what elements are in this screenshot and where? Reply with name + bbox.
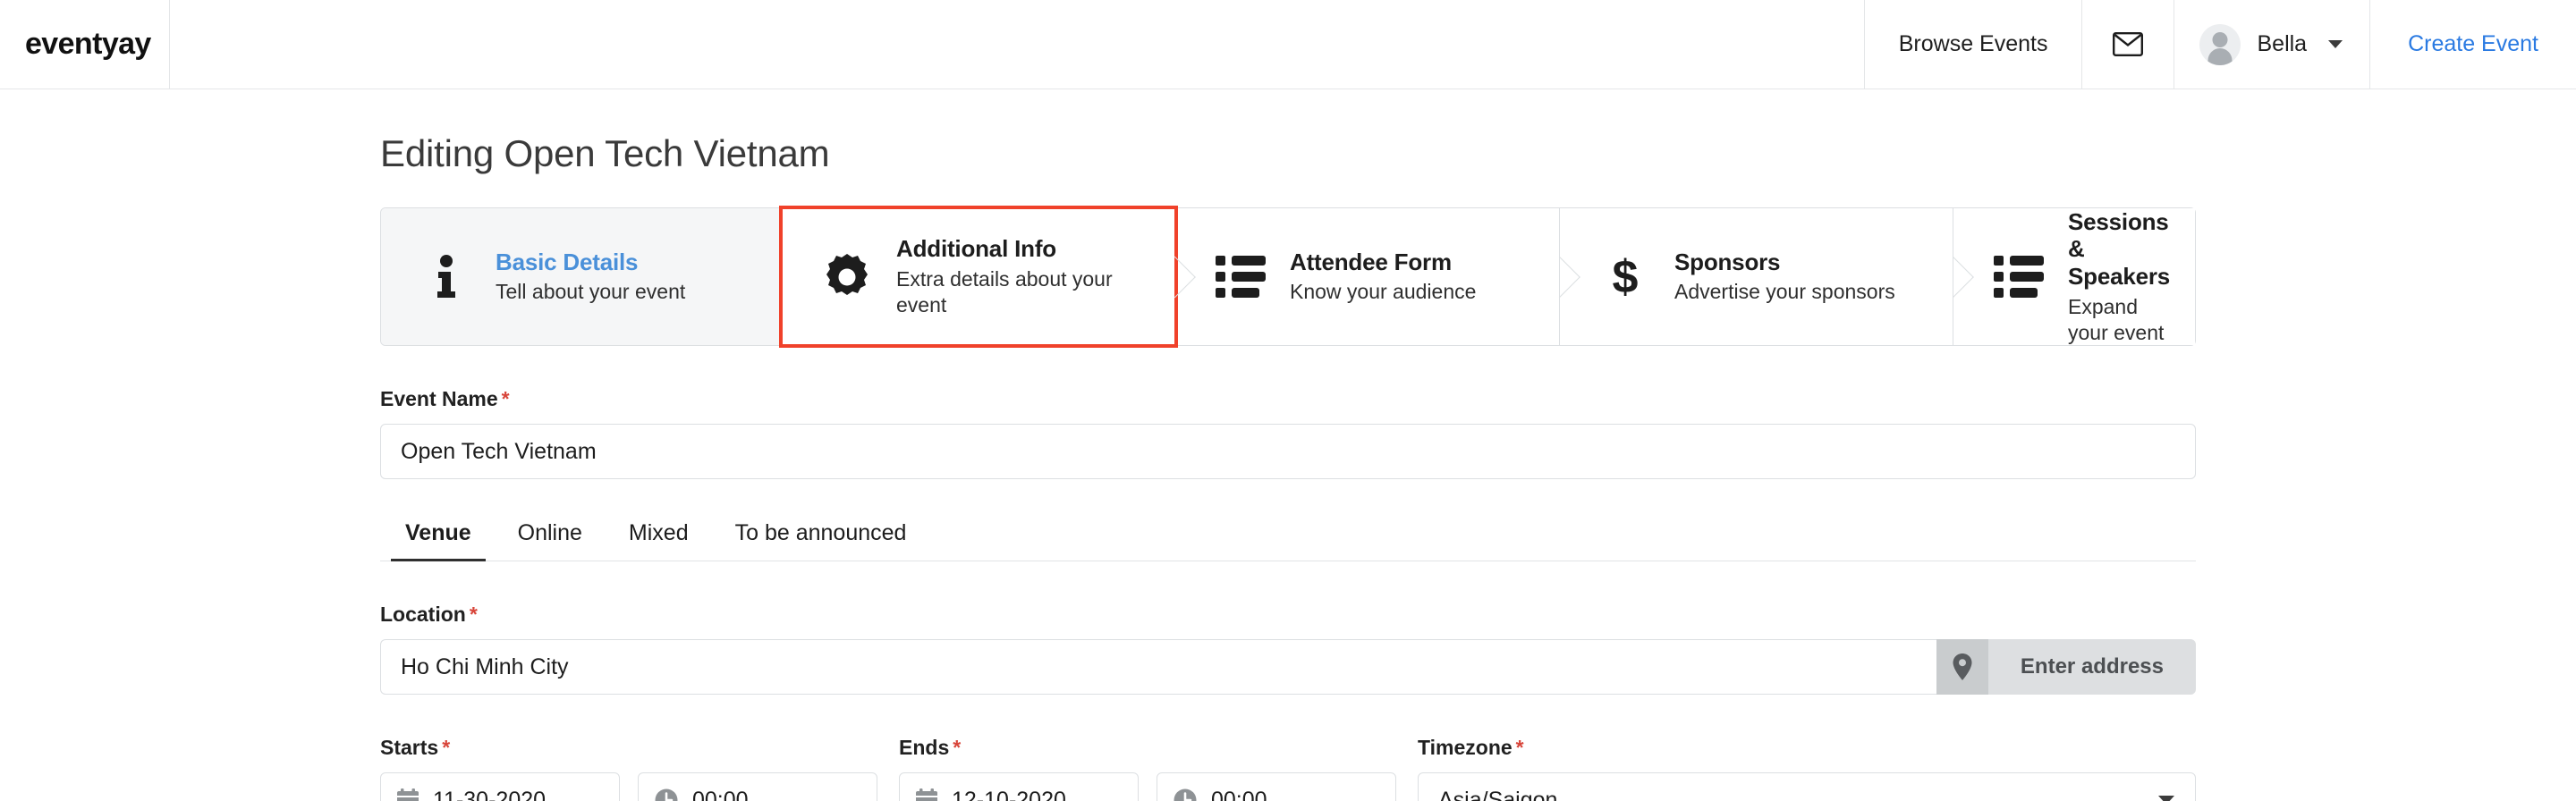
location-input[interactable] (380, 639, 1936, 695)
ends-label-text: Ends (899, 736, 950, 759)
step-additional-info-title: Additional Info (896, 235, 1056, 263)
starts-date-group: Starts * (380, 736, 620, 801)
starts-date-input[interactable] (433, 787, 603, 801)
event-name-label-text: Event Name (380, 387, 498, 410)
step-basic-details-title: Basic Details (496, 248, 639, 275)
step-basic-details-text: Basic Details Tell about your event (496, 249, 685, 305)
nav-user-name: Bella (2257, 31, 2308, 56)
starts-time-input[interactable] (692, 787, 860, 801)
starts-date-input-wrap[interactable] (380, 772, 620, 801)
location-input-row: Enter address (380, 639, 2196, 695)
ends-time-input-wrap[interactable] (1157, 772, 1396, 801)
location-label-text: Location (380, 603, 466, 626)
tab-to-be-announced[interactable]: To be announced (712, 511, 930, 561)
envelope-icon (2113, 32, 2144, 56)
timezone-select[interactable] (1418, 772, 2196, 801)
step-sponsors[interactable]: $ Sponsors Advertise your sponsors (1560, 208, 1974, 345)
step-sponsors-title: Sponsors (1674, 248, 1781, 275)
required-asterisk: * (1515, 736, 1524, 759)
ends-date-group: Ends * (899, 736, 1139, 801)
info-icon (420, 254, 472, 299)
page-title: Editing Open Tech Vietnam (380, 132, 830, 174)
calendar-icon (916, 788, 937, 801)
step-sessions-speakers-subtitle: Expand your event (2068, 294, 2165, 344)
brand-logo-text: eventyay (25, 27, 151, 61)
navbar-spacer (170, 0, 1864, 89)
chevron-down-icon (2328, 40, 2343, 48)
step-sessions-speakers-title: Sessions & Speakers (2068, 207, 2171, 291)
event-name-input[interactable] (380, 424, 2196, 479)
step-additional-info[interactable]: Additional Info Extra details about your… (779, 206, 1196, 348)
ends-time-input[interactable] (1211, 787, 1379, 801)
ends-label: Ends * (899, 736, 1139, 760)
step-attendee-form[interactable]: Attendee Form Know your audience (1175, 208, 1580, 345)
ends-time-group (1157, 736, 1396, 801)
location-type-tabs: Venue Online Mixed To be announced (380, 511, 2196, 561)
step-basic-details[interactable]: Basic Details Tell about your event (381, 208, 802, 345)
timezone-label: Timezone * (1418, 736, 2196, 760)
location-label: Location * (380, 603, 2196, 627)
page-body: Editing Open Tech Vietnam Basic Details … (0, 132, 2576, 801)
calendar-icon (397, 788, 419, 801)
content-container: Editing Open Tech Vietnam Basic Details … (380, 132, 2196, 801)
ends-date-input[interactable] (952, 787, 1122, 801)
step-additional-info-subtitle: Extra details about your event (896, 267, 1113, 316)
timezone-select-wrap (1418, 772, 2196, 801)
step-attendee-form-text: Attendee Form Know your audience (1290, 249, 1476, 305)
nav-user-menu[interactable]: Bella (2174, 0, 2369, 89)
gear-icon (821, 253, 873, 300)
required-asterisk: * (501, 387, 510, 410)
clock-icon (1174, 788, 1197, 801)
starts-time-input-wrap[interactable] (638, 772, 877, 801)
ends-date-input-wrap[interactable] (899, 772, 1139, 801)
step-attendee-form-subtitle: Know your audience (1290, 280, 1477, 304)
list-icon (1215, 256, 1267, 298)
enter-address-button[interactable]: Enter address (1987, 639, 2196, 695)
step-sessions-speakers-text: Sessions & Speakers Expand your event (2068, 208, 2170, 346)
clock-icon (655, 788, 678, 801)
starts-time-label-spacer (638, 736, 877, 760)
list-icon (1993, 256, 2045, 298)
location-group: Location* Enter address (380, 603, 2196, 695)
starts-time-group (638, 736, 877, 801)
step-sessions-speakers[interactable]: Sessions & Speakers Expand your event (1953, 208, 2195, 345)
starts-label: Starts * (380, 736, 620, 760)
nav-create-event-label: Create Event (2408, 31, 2538, 56)
tab-venue[interactable]: Venue (382, 511, 495, 561)
required-asterisk: * (953, 736, 962, 759)
event-name-group: Event Name * (380, 387, 2196, 479)
step-sponsors-subtitle: Advertise your sponsors (1674, 280, 1895, 304)
dollar-icon: $ (1599, 253, 1651, 301)
step-attendee-form-title: Attendee Form (1290, 248, 1452, 275)
navbar-right-group: Browse Events Bella Create Event (1863, 0, 2576, 89)
map-pin-icon[interactable] (1936, 639, 1988, 695)
nav-create-event[interactable]: Create Event (2369, 0, 2576, 89)
required-asterisk: * (469, 603, 478, 626)
tab-online[interactable]: Online (495, 511, 606, 561)
step-basic-details-subtitle: Tell about your event (496, 280, 686, 304)
required-asterisk: * (442, 736, 451, 759)
svg-text:$: $ (1613, 253, 1639, 301)
event-name-label: Event Name * (380, 387, 2196, 411)
nav-messages-button[interactable] (2081, 0, 2174, 89)
top-navbar: eventyay Browse Events Bella Create Even… (0, 0, 2576, 89)
event-steps-nav: Basic Details Tell about your event Addi… (380, 206, 2196, 348)
nav-browse-events[interactable]: Browse Events (1863, 0, 2082, 89)
brand-logo[interactable]: eventyay (0, 0, 170, 89)
step-sponsors-text: Sponsors Advertise your sponsors (1674, 249, 1895, 305)
tab-mixed[interactable]: Mixed (606, 511, 712, 561)
step-additional-info-text: Additional Info Extra details about your… (896, 235, 1148, 317)
ends-time-label-spacer (1157, 736, 1396, 760)
avatar (2199, 23, 2241, 65)
timezone-label-text: Timezone (1418, 736, 1513, 759)
nav-browse-events-label: Browse Events (1898, 31, 2048, 56)
starts-label-text: Starts (380, 736, 439, 759)
timezone-group: Timezone * (1418, 736, 2196, 801)
event-datetime-row: Starts * 11-30-2020 00:00 Ends * 12-10-2… (380, 736, 2196, 801)
